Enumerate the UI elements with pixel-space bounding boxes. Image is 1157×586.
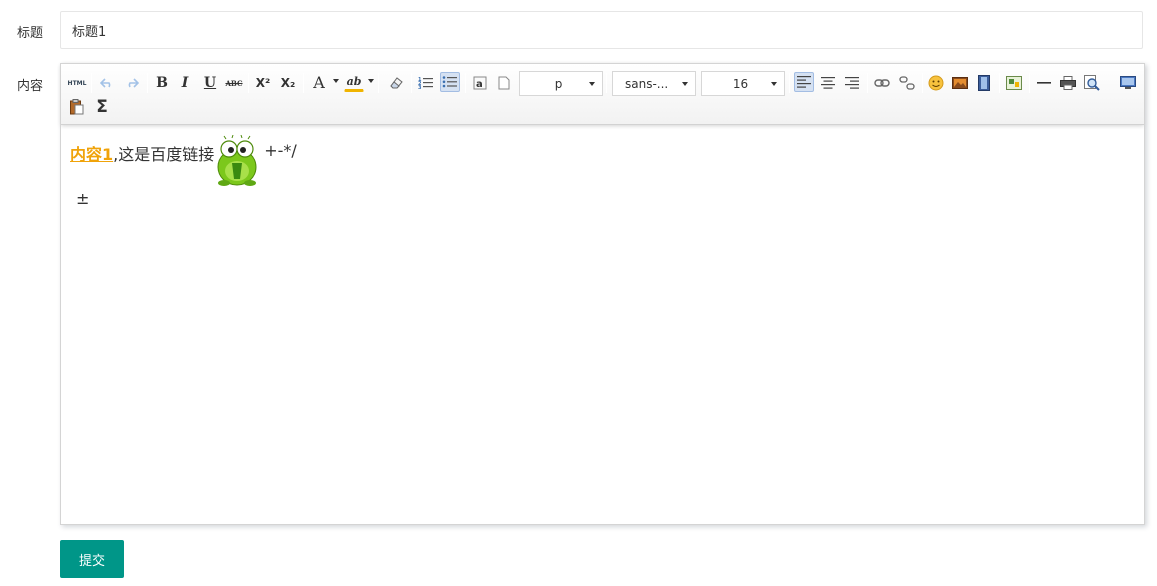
paste-plain-icon[interactable]: [67, 97, 87, 117]
preview-icon[interactable]: [1082, 73, 1102, 93]
submit-button[interactable]: 提交: [60, 540, 124, 578]
horizontal-rule-icon[interactable]: [1034, 73, 1054, 93]
emoticon-icon[interactable]: [926, 73, 946, 93]
highlight-dropdown-arrow[interactable]: [368, 79, 374, 83]
toolbar-separator: [867, 73, 868, 93]
print-icon[interactable]: [1058, 73, 1078, 93]
toolbar-separator: [465, 73, 466, 93]
source-html-label: HTML: [67, 79, 87, 87]
formula-label: Σ: [96, 97, 108, 117]
paragraph-format-select[interactable]: p: [519, 71, 603, 96]
align-center-icon[interactable]: [818, 73, 838, 93]
align-right-icon[interactable]: [842, 73, 862, 93]
toolbar-separator: [147, 73, 148, 93]
link-icon[interactable]: [872, 73, 892, 93]
font-family-select[interactable]: sans-...: [612, 71, 696, 96]
strikethrough-button[interactable]: ABC: [224, 73, 244, 93]
bold-label: B: [156, 75, 168, 91]
unordered-list-icon[interactable]: [440, 72, 460, 92]
eraser-icon[interactable]: [386, 73, 406, 93]
underline-label: U: [203, 75, 217, 91]
font-color-button[interactable]: A: [309, 72, 329, 92]
toolbar-separator: [378, 73, 379, 93]
font-size-value: 16: [732, 76, 749, 91]
video-icon[interactable]: [974, 73, 994, 93]
superscript-button[interactable]: X²: [253, 73, 273, 93]
toolbar-separator: [789, 73, 790, 93]
toolbar-separator: [922, 73, 923, 93]
frog-emoticon-icon: [214, 134, 260, 187]
editor-toolbar: HTML B I U ABC X² X₂ A ab 123 a p sans-.…: [61, 64, 1144, 125]
page-break-icon[interactable]: [494, 73, 514, 93]
bold-button[interactable]: B: [152, 73, 172, 93]
font-color-label: A: [313, 72, 325, 92]
content-line-2: ±: [76, 189, 90, 208]
font-color-dropdown-arrow[interactable]: [333, 79, 339, 83]
paragraph-format-value: p: [554, 76, 563, 91]
content-label: 内容: [17, 79, 44, 94]
content-link[interactable]: 内容1: [70, 141, 113, 165]
underline-button[interactable]: U: [200, 73, 220, 93]
fullscreen-icon[interactable]: [1118, 73, 1138, 93]
font-size-select[interactable]: 16: [701, 71, 785, 96]
editor-content[interactable]: 内容1 ,这是百度链接 +-*/ ±: [61, 126, 1144, 524]
highlight-color-label: ab: [346, 75, 362, 88]
chevron-down-icon: [682, 81, 688, 86]
toolbar-separator: [248, 73, 249, 93]
toolbar-separator: [411, 73, 412, 93]
ordered-list-icon[interactable]: 123: [416, 73, 436, 93]
chevron-down-icon: [589, 81, 595, 86]
toolbar-separator: [606, 73, 607, 93]
subscript-button[interactable]: X₂: [278, 73, 298, 93]
redo-icon[interactable]: [122, 73, 142, 93]
svg-text:3: 3: [418, 85, 422, 90]
svg-text:a: a: [476, 79, 483, 90]
toolbar-separator: [91, 73, 92, 93]
font-family-value: sans-...: [625, 76, 669, 91]
toolbar-separator: [303, 73, 304, 93]
title-label: 标题: [17, 26, 44, 41]
content-symbols: +-*/: [264, 141, 297, 160]
strikethrough-label: ABC: [225, 78, 243, 88]
content-text: ,这是百度链接: [113, 145, 215, 164]
map-icon[interactable]: [1004, 73, 1024, 93]
superscript-label: X²: [255, 76, 271, 90]
highlight-color-button[interactable]: ab: [344, 73, 364, 92]
italic-label: I: [181, 75, 189, 91]
italic-button[interactable]: I: [175, 73, 195, 93]
source-html-button[interactable]: HTML: [67, 73, 87, 93]
toolbar-separator: [1029, 73, 1030, 93]
align-left-icon[interactable]: [794, 72, 814, 92]
subscript-label: X₂: [280, 76, 296, 90]
unlink-icon[interactable]: [897, 73, 917, 93]
content-line-1: 内容1 ,这是百度链接 +-*/: [70, 134, 297, 191]
chevron-down-icon: [771, 81, 777, 86]
undo-icon[interactable]: [97, 73, 117, 93]
image-icon[interactable]: [950, 73, 970, 93]
title-input[interactable]: [60, 11, 1143, 49]
formula-icon[interactable]: Σ: [92, 97, 112, 117]
rich-text-editor: HTML B I U ABC X² X₂ A ab 123 a p sans-.…: [60, 63, 1145, 525]
toolbar-separator: [999, 73, 1000, 93]
anchor-icon[interactable]: a: [470, 73, 490, 93]
